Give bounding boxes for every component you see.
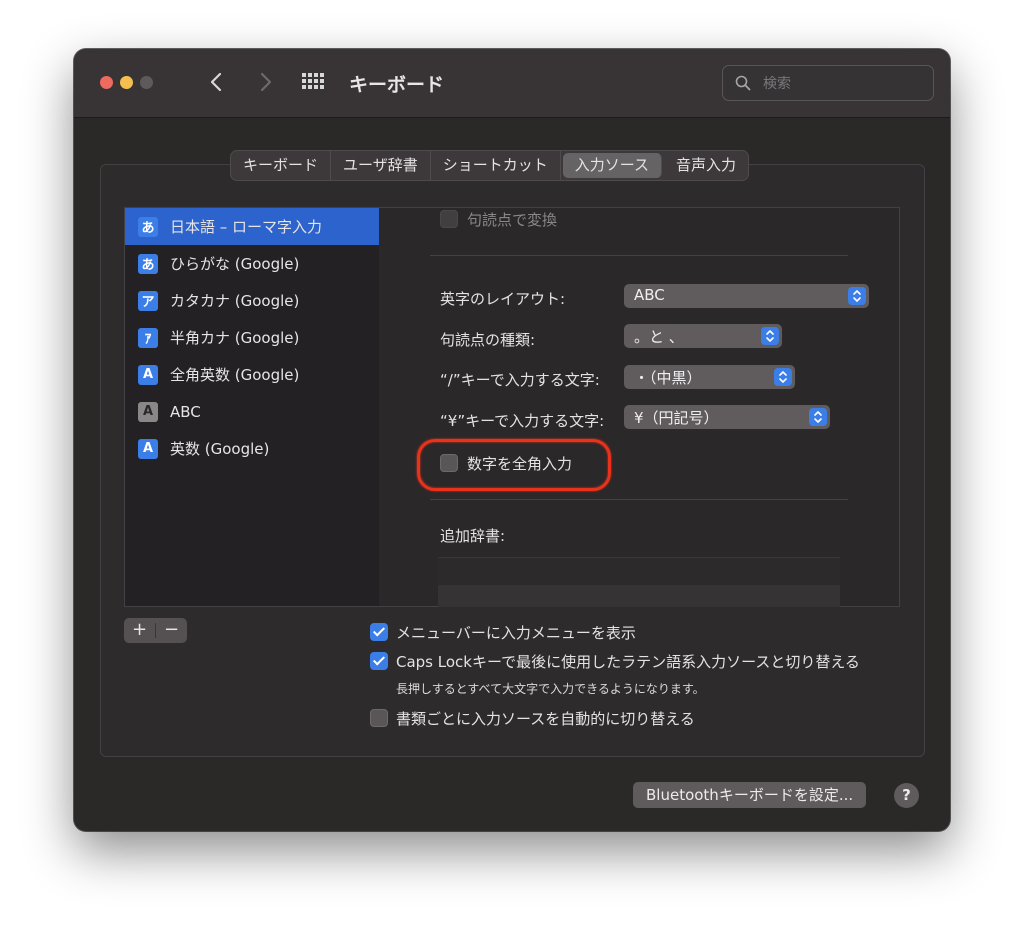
tab-shortcuts[interactable]: ショートカット [431,151,561,180]
punctuation-convert-label: 句読点で変換 [467,211,558,229]
additional-dictionary-label: 追加辞書: [440,527,506,545]
tab-user-dictionary[interactable]: ユーザ辞書 [331,151,431,180]
chevron-right-icon [260,72,272,92]
list-row[interactable] [438,558,840,585]
capslock-switch-label: Caps Lockキーで最後に使用したラテン語系入力ソースと切り替える [396,653,860,671]
list-item-label: ひらがな (Google) [170,255,300,273]
input-source-list: あ 日本語 – ローマ字入力 あ ひらがな (Google) ア カタカナ (G… [124,207,380,607]
yen-key-label: “¥”キーで入力する文字: [440,412,605,430]
show-all-button[interactable] [302,73,324,93]
up-down-arrows-icon [809,408,827,426]
hiragana-icon: あ [138,216,158,237]
popup-value: 。と 、 [634,328,684,346]
keyboard-preferences-window: キーボード キーボード ユーザ辞書 ショートカット 入力ソース 音声入力 あ 日… [74,49,950,831]
additional-dictionary-list[interactable] [438,557,840,607]
input-source-options: 句読点で変換 英字のレイアウト: ABC 句読点の種類: 。と 、 “/”キーで… [379,207,900,607]
add-remove-control: + − [124,618,187,643]
auto-switch-label: 書類ごとに入力ソースを自動的に切り替える [396,710,695,728]
fullwidth-alpha-icon: A [138,364,158,385]
list-item-label: 日本語 – ローマ字入力 [170,218,323,236]
popup-value: ¥（円記号） [634,409,719,427]
list-item-halfwidth-katakana-google[interactable]: ｱ 半角カナ (Google) [125,319,379,356]
remove-source-button[interactable]: − [156,618,187,643]
popup-value: ABC [634,286,665,304]
english-layout-label: 英字のレイアウト: [440,290,566,308]
list-item-hiragana-google[interactable]: あ ひらがな (Google) [125,245,379,282]
halfwidth-katakana-icon: ｱ [138,327,158,348]
list-item-katakana-google[interactable]: ア カタカナ (Google) [125,282,379,319]
window-title: キーボード [349,74,445,96]
punctuation-type-popup[interactable]: 。と 、 [624,324,782,348]
list-item-fullwidth-alnum-google[interactable]: A 全角英数 (Google) [125,356,379,393]
english-layout-popup[interactable]: ABC [624,284,869,308]
list-item-label: 全角英数 (Google) [170,366,300,384]
slash-key-popup[interactable]: ・（中黒） [624,365,795,389]
list-item-label: カタカナ (Google) [170,292,300,310]
list-item-label: 半角カナ (Google) [170,329,300,347]
popup-value: ・（中黒） [634,369,702,387]
katakana-icon: ア [138,290,158,311]
search-field[interactable] [722,65,934,101]
list-row[interactable] [438,585,840,607]
tab-dictation[interactable]: 音声入力 [664,151,748,180]
yen-key-popup[interactable]: ¥（円記号） [624,405,830,429]
grid-icon [302,73,324,89]
punctuation-type-label: 句読点の種類: [440,331,536,349]
search-input[interactable] [761,72,925,96]
abc-icon: A [138,401,158,422]
show-input-menu-checkbox[interactable] [370,623,388,641]
add-source-button[interactable]: + [124,618,155,643]
up-down-arrows-icon [848,287,866,305]
capslock-switch-checkbox[interactable] [370,652,388,670]
search-icon [735,75,751,91]
list-item-japanese-romaji[interactable]: あ 日本語 – ローマ字入力 [125,208,379,245]
forward-button[interactable] [250,67,280,97]
titlebar: キーボード [74,49,950,118]
divider [430,255,848,256]
setup-bluetooth-keyboard-button[interactable]: Bluetoothキーボードを設定... [633,782,867,808]
punctuation-convert-checkbox[interactable] [440,210,458,228]
up-down-arrows-icon [761,327,779,345]
list-item-label: 英数 (Google) [170,440,270,458]
tab-bar: キーボード ユーザ辞書 ショートカット 入力ソース 音声入力 [230,150,750,181]
list-item-eisu-google[interactable]: A 英数 (Google) [125,430,379,467]
show-input-menu-label: メニューバーに入力メニューを表示 [396,624,636,642]
help-button[interactable]: ? [894,783,919,808]
minimize-window-button[interactable] [120,76,133,89]
chevron-left-icon [210,72,222,92]
auto-switch-checkbox[interactable] [370,709,388,727]
list-item-label: ABC [170,402,201,421]
divider [430,499,848,500]
close-window-button[interactable] [100,76,113,89]
annotation-highlight [417,439,611,491]
capslock-note: 長押しするとすべて大文字で入力できるようになります。 [396,682,705,696]
up-down-arrows-icon [774,368,792,386]
slash-key-label: “/”キーで入力する文字: [440,371,600,389]
hiragana-icon: あ [138,253,158,274]
tab-input-sources[interactable]: 入力ソース [562,153,662,178]
back-button[interactable] [202,67,232,97]
zoom-window-button[interactable] [140,76,153,89]
list-item-abc[interactable]: A ABC [125,393,379,430]
eisu-icon: A [138,438,158,459]
tab-keyboard[interactable]: キーボード [231,151,332,180]
